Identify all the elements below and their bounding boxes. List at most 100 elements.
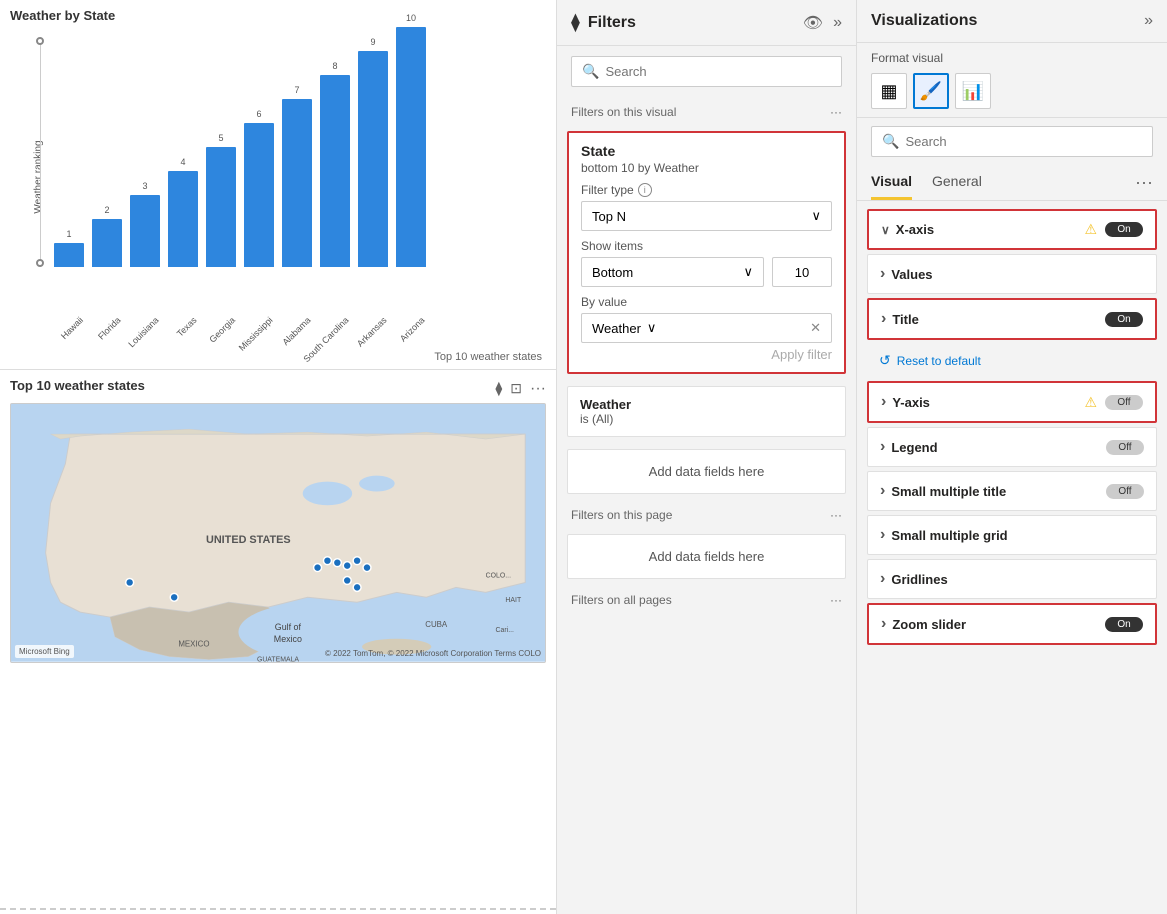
zoom-slider-toggle[interactable]: On (1105, 617, 1143, 632)
apply-filter-button[interactable]: Apply filter (581, 343, 832, 362)
map-svg: UNITED STATES Gulf of Mexico MEXICO GUAT… (11, 404, 545, 662)
viz-format-section: Format visual ▦ 🖌️ 📊 (857, 43, 1167, 118)
x-axis-warning-icon: ⚠ (1084, 221, 1097, 238)
bar-chart-container: Weather ranking 1Hawaii2Florida3Louisian… (10, 27, 546, 327)
x-axis-row[interactable]: X-axis ⚠ On (867, 209, 1157, 250)
left-panel: Weather by State Weather ranking 1Hawaii… (0, 0, 557, 914)
zoom-slider-row[interactable]: Zoom slider On (867, 603, 1157, 645)
svg-text:Gulf of: Gulf of (275, 622, 302, 632)
values-row[interactable]: Values (867, 254, 1157, 294)
by-value-select[interactable]: Weather ∨ ✕ (581, 313, 832, 343)
by-value-clear-icon[interactable]: ✕ (810, 320, 821, 336)
small-multiple-title-toggle[interactable]: Off (1106, 484, 1144, 499)
viz-expand-icon[interactable]: » (1144, 12, 1153, 30)
filters-search-box[interactable]: 🔍 (571, 56, 842, 87)
bar-item: 3Louisiana (130, 195, 160, 267)
y-axis-warning-icon: ⚠ (1084, 394, 1097, 411)
viz-search-box[interactable]: 🔍 (871, 126, 1153, 157)
y-axis-chevron-icon (881, 393, 886, 411)
gridlines-row[interactable]: Gridlines (867, 559, 1157, 599)
reset-icon: ↺ (879, 352, 891, 369)
x-axis-chevron-icon (881, 223, 890, 237)
filters-on-page-label: Filters on this page ··· (557, 500, 856, 528)
bars-area: 1Hawaii2Florida3Louisiana4Texas5Georgia6… (46, 27, 426, 267)
filters-on-visual-label: Filters on this visual ··· (557, 97, 856, 125)
add-data-fields-page[interactable]: Add data fields here (567, 534, 846, 579)
weather-filter-title: Weather (580, 397, 833, 412)
add-data-fields-visual[interactable]: Add data fields here (567, 449, 846, 494)
viz-sections: X-axis ⚠ On Values Title On (867, 205, 1157, 649)
viz-search-input[interactable] (905, 134, 1142, 149)
filter-card: State bottom 10 by Weather Filter type i… (567, 131, 846, 374)
analytics-icon-btn[interactable]: 📊 (955, 73, 991, 109)
map-container: UNITED STATES Gulf of Mexico MEXICO GUAT… (10, 403, 546, 663)
weather-filter-value: is (All) (580, 412, 833, 426)
more-toolbar-icon[interactable]: ··· (530, 380, 546, 398)
filters-visual-more[interactable]: ··· (830, 105, 842, 119)
eye-icon[interactable]: 👁 (803, 13, 823, 33)
filters-search-input[interactable] (605, 64, 831, 79)
filter-card-subtitle: bottom 10 by Weather (581, 161, 832, 175)
filter-type-dropdown[interactable]: Top N ∨ (581, 201, 832, 231)
reset-to-default-row[interactable]: ↺ Reset to default (867, 344, 1157, 377)
viz-header: Visualizations » (857, 0, 1167, 43)
show-items-count-input[interactable] (772, 257, 832, 287)
y-circle-bottom (36, 259, 44, 267)
y-axis-row[interactable]: Y-axis ⚠ Off (867, 381, 1157, 423)
viz-title: Visualizations (871, 12, 977, 30)
bar-item: 8South Carolina (320, 75, 350, 267)
svg-text:Cari...: Cari... (496, 627, 515, 634)
map-section: Top 10 weather states ⧫ ⊡ ··· (0, 370, 556, 904)
bar-item: 7Alabama (282, 99, 312, 267)
paint-icon-btn[interactable]: 🖌️ (913, 73, 949, 109)
bing-logo: Microsoft Bing (15, 645, 74, 658)
small-multiple-title-row[interactable]: Small multiple title Off (867, 471, 1157, 511)
show-items-label: Show items (581, 239, 832, 253)
map-toolbar: ⧫ ⊡ ··· (495, 380, 546, 398)
filter-toolbar-icon[interactable]: ⧫ (495, 380, 502, 397)
grid-icon-btn[interactable]: ▦ (871, 73, 907, 109)
viz-panel: Visualizations » Format visual ▦ 🖌️ 📊 🔍 … (857, 0, 1167, 914)
y-axis-toggle[interactable]: Off (1105, 395, 1143, 410)
weather-filter-card: Weather is (All) (567, 386, 846, 437)
svg-text:GUATEMALA: GUATEMALA (257, 657, 299, 662)
bar-item: 1Hawaii (54, 243, 84, 267)
map-copyright: © 2022 TomTom, © 2022 Microsoft Corporat… (325, 649, 541, 658)
svg-text:Mexico: Mexico (274, 634, 302, 644)
tab-general[interactable]: General (932, 165, 982, 200)
filters-title: Filters (588, 14, 636, 32)
tab-more-icon[interactable]: ··· (1135, 172, 1153, 193)
small-multiple-grid-chevron-icon (880, 526, 885, 544)
viz-search-icon: 🔍 (882, 133, 899, 150)
svg-text:HAIT: HAIT (505, 597, 522, 604)
svg-text:CUBA: CUBA (425, 620, 448, 629)
filters-all-pages-more[interactable]: ··· (830, 593, 842, 607)
viz-icons-row: ▦ 🖌️ 📊 (871, 73, 1153, 109)
map-title: Top 10 weather states (10, 378, 145, 393)
collapse-icon[interactable]: » (833, 14, 842, 32)
y-circle-top (36, 37, 44, 45)
zoom-slider-chevron-icon (881, 615, 886, 633)
filters-page-more[interactable]: ··· (830, 508, 842, 522)
filter-funnel-icon: ⧫ (571, 12, 580, 33)
viz-format-label: Format visual (871, 51, 1153, 65)
bar-item: 2Florida (92, 219, 122, 267)
info-icon: i (638, 183, 652, 197)
x-axis-toggle[interactable]: On (1105, 222, 1143, 237)
chart-title: Weather by State (10, 8, 546, 23)
legend-toggle[interactable]: Off (1106, 440, 1144, 455)
title-row[interactable]: Title On (867, 298, 1157, 340)
title-chevron-icon (881, 310, 886, 328)
y-axis-circles (36, 37, 44, 267)
expand-toolbar-icon[interactable]: ⊡ (510, 380, 522, 397)
values-chevron-icon (880, 265, 885, 283)
small-multiple-grid-row[interactable]: Small multiple grid (867, 515, 1157, 555)
tab-visual[interactable]: Visual (871, 165, 912, 200)
gridlines-chevron-icon (880, 570, 885, 588)
chart-subtitle: Top 10 weather states (434, 351, 542, 363)
title-toggle[interactable]: On (1105, 312, 1143, 327)
show-items-direction-select[interactable]: Bottom ∨ (581, 257, 764, 287)
legend-chevron-icon (880, 438, 885, 456)
show-items-row: Bottom ∨ (581, 257, 832, 287)
legend-row[interactable]: Legend Off (867, 427, 1157, 467)
